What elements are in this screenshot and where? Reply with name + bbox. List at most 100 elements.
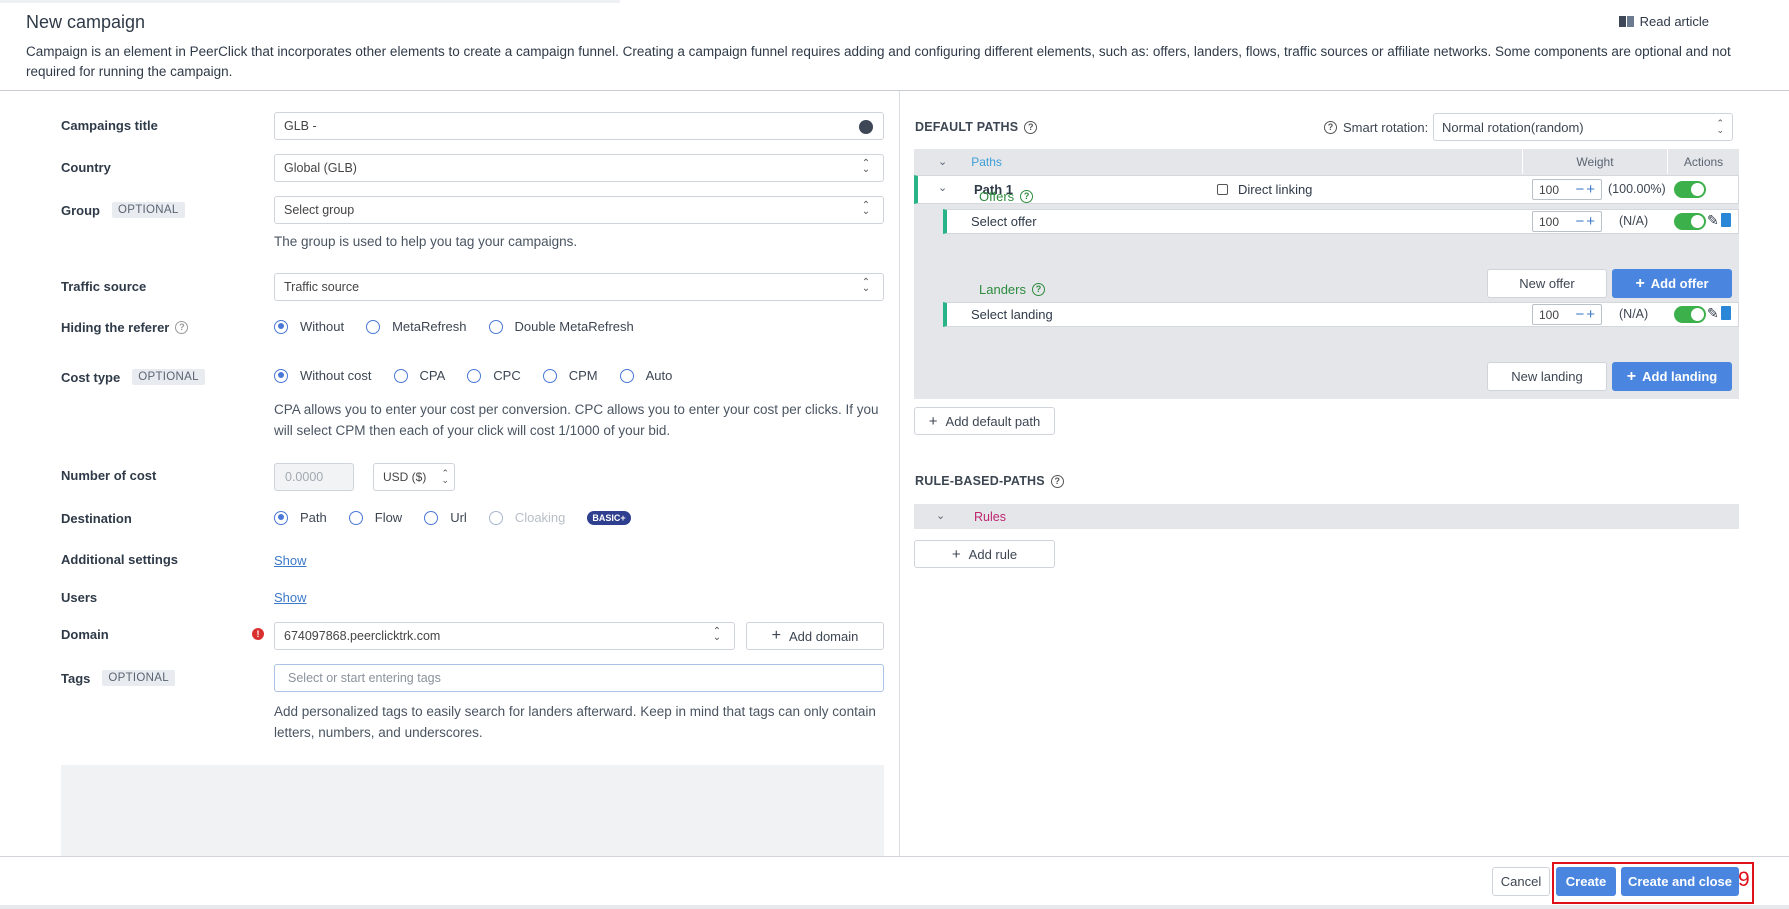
- help-icon[interactable]: ?: [1024, 120, 1038, 134]
- cost-without-radio[interactable]: Without cost: [274, 368, 372, 383]
- radio-label: Cloaking: [514, 510, 566, 525]
- weight-column: Weight: [1523, 149, 1668, 174]
- destination-url-radio[interactable]: Url: [424, 510, 467, 525]
- chevron-down-icon[interactable]: ⌄: [936, 509, 945, 522]
- tags-help: Add personalized tags to easily search f…: [274, 704, 876, 740]
- referer-metarefresh-radio[interactable]: MetaRefresh: [366, 319, 467, 334]
- referer-without-radio[interactable]: Without: [274, 319, 344, 334]
- chevron-down-icon[interactable]: ⌄: [938, 181, 947, 194]
- read-article-label: Read article: [1639, 14, 1709, 29]
- additional-settings-show-link[interactable]: Show: [274, 553, 307, 568]
- landers-label: Landers ?: [979, 282, 1045, 297]
- chevron-updown-icon: ⌃ ⌄: [1716, 118, 1724, 135]
- path-toggle[interactable]: [1674, 181, 1706, 198]
- optional-badge: OPTIONAL: [102, 670, 175, 686]
- help-icon[interactable]: ?: [1031, 283, 1045, 296]
- domain-label-text: Domain: [61, 627, 109, 642]
- tags-input[interactable]: Select or start entering tags: [274, 664, 884, 692]
- radio-unchecked: [424, 510, 439, 525]
- cost-auto-radio[interactable]: Auto: [619, 368, 673, 383]
- number-cost-label-text: Number of cost: [61, 468, 157, 483]
- pencil-icon[interactable]: ✎: [1707, 305, 1719, 322]
- offer-row[interactable]: Select offer 100 −+ (N/A) ✎: [943, 209, 1739, 234]
- direct-linking-checkbox[interactable]: Direct linking: [1217, 182, 1312, 197]
- path-row[interactable]: ⌄ Path 1 Direct linking 100 −+ (100.00%): [914, 175, 1739, 204]
- minus-plus-icon[interactable]: −+: [1575, 306, 1597, 323]
- cost-cpm-radio[interactable]: CPM: [542, 368, 598, 383]
- radio-label: MetaRefresh: [392, 319, 467, 334]
- path-weight-percent: (100.00%): [1608, 182, 1666, 196]
- default-paths-table: ⌄ Paths Weight Actions ⌄ Path 1 Direct l…: [914, 149, 1739, 399]
- rules-column-title: Rules: [974, 510, 1006, 524]
- destination-path-radio[interactable]: Path: [274, 510, 327, 525]
- plus-icon: +: [771, 627, 781, 644]
- title-status-dot: [859, 120, 873, 134]
- read-article-link[interactable]: Read article: [1618, 14, 1709, 29]
- minus-plus-icon[interactable]: −+: [1575, 213, 1597, 230]
- pencil-icon[interactable]: ✎: [1707, 212, 1719, 229]
- cost-cpc-radio[interactable]: CPC: [467, 368, 521, 383]
- default-paths-heading: DEFAULT PATHS ?: [915, 120, 1038, 134]
- plus-icon: +: [928, 412, 938, 430]
- additional-label-text: Additional settings: [61, 552, 178, 567]
- help-icon[interactable]: ?: [1324, 121, 1337, 134]
- radio-unchecked: [366, 319, 381, 334]
- cost-type-label: Cost type OPTIONAL: [61, 369, 205, 385]
- new-landing-button[interactable]: New landing: [1487, 362, 1607, 391]
- landing-row[interactable]: Select landing 100 −+ (N/A) ✎: [943, 302, 1739, 327]
- domain-select[interactable]: 674097868.peerclicktrk.com: [274, 622, 735, 650]
- traffic-source-select[interactable]: Traffic source: [274, 273, 884, 301]
- cancel-button[interactable]: Cancel: [1492, 867, 1550, 896]
- chevron-updown-icon: [861, 160, 871, 174]
- offer-weight-percent: (N/A): [1619, 214, 1649, 228]
- new-offer-button[interactable]: New offer: [1487, 269, 1607, 298]
- checkbox-icon: [1217, 184, 1228, 195]
- traffic-label-text: Traffic source: [61, 279, 147, 294]
- number-cost-value: 0.0000: [285, 470, 324, 484]
- add-default-path-button[interactable]: + Add default path: [914, 407, 1055, 435]
- chevron-updown-icon: ⌃ ⌄: [441, 468, 449, 485]
- radio-label: Auto: [645, 368, 673, 383]
- referer-double-radio[interactable]: Double MetaRefresh: [488, 319, 634, 334]
- group-select[interactable]: Select group: [274, 196, 884, 224]
- country-label: Country: [61, 160, 111, 175]
- help-icon[interactable]: ?: [175, 321, 189, 334]
- cost-help: CPA allows you to enter your cost per co…: [274, 402, 879, 438]
- help-icon[interactable]: ?: [1020, 190, 1034, 203]
- group-help: The group is used to help you tag your c…: [274, 234, 578, 249]
- destination-radio-group: Path Flow Url Cloaking BASIC+: [274, 510, 631, 525]
- add-domain-button[interactable]: + Add domain: [746, 622, 884, 650]
- chevron-down-icon[interactable]: ⌄: [938, 155, 947, 168]
- minus-plus-icon[interactable]: −+: [1575, 181, 1597, 198]
- smart-rotation-label: ? Smart rotation:: [1324, 120, 1428, 135]
- add-rule-button[interactable]: + Add rule: [914, 540, 1055, 568]
- cost-label-text: Cost type: [61, 369, 121, 385]
- campaign-title-input[interactable]: GLB -: [274, 112, 884, 140]
- paths-column-title: Paths: [971, 154, 1002, 169]
- currency-select[interactable]: USD ($) ⌃ ⌄: [373, 463, 455, 491]
- smart-rotation-select[interactable]: Normal rotation(random) ⌃ ⌄: [1433, 113, 1733, 141]
- help-icon[interactable]: ?: [1050, 474, 1064, 488]
- path-weight-input[interactable]: 100 −+: [1532, 179, 1602, 200]
- users-show-link[interactable]: Show: [274, 590, 307, 605]
- destination-flow-radio[interactable]: Flow: [348, 510, 402, 525]
- tags-label: Tags OPTIONAL: [61, 670, 175, 686]
- landing-weight-input[interactable]: 100 −+: [1532, 304, 1602, 325]
- additional-settings-label: Additional settings: [61, 552, 178, 567]
- radio-label: CPC: [493, 368, 521, 383]
- rule-heading-text: RULE-BASED-PATHS: [915, 474, 1045, 488]
- add-offer-button[interactable]: + Add offer: [1612, 269, 1732, 298]
- title-label: Campaings title: [61, 118, 158, 133]
- offer-toggle[interactable]: [1674, 213, 1706, 230]
- plus-icon: +: [1635, 274, 1645, 292]
- trash-icon[interactable]: [1721, 306, 1731, 320]
- radio-label: Url: [450, 510, 467, 525]
- currency-value: USD ($): [383, 470, 427, 484]
- trash-icon[interactable]: [1721, 213, 1731, 227]
- landing-toggle[interactable]: [1674, 306, 1706, 323]
- offer-weight-input[interactable]: 100 −+: [1532, 211, 1602, 232]
- add-landing-button[interactable]: + Add landing: [1612, 362, 1732, 391]
- country-select[interactable]: Global (GLB): [274, 154, 884, 182]
- cost-cpa-radio[interactable]: CPA: [393, 368, 445, 383]
- number-cost-input[interactable]: 0.0000: [274, 463, 354, 491]
